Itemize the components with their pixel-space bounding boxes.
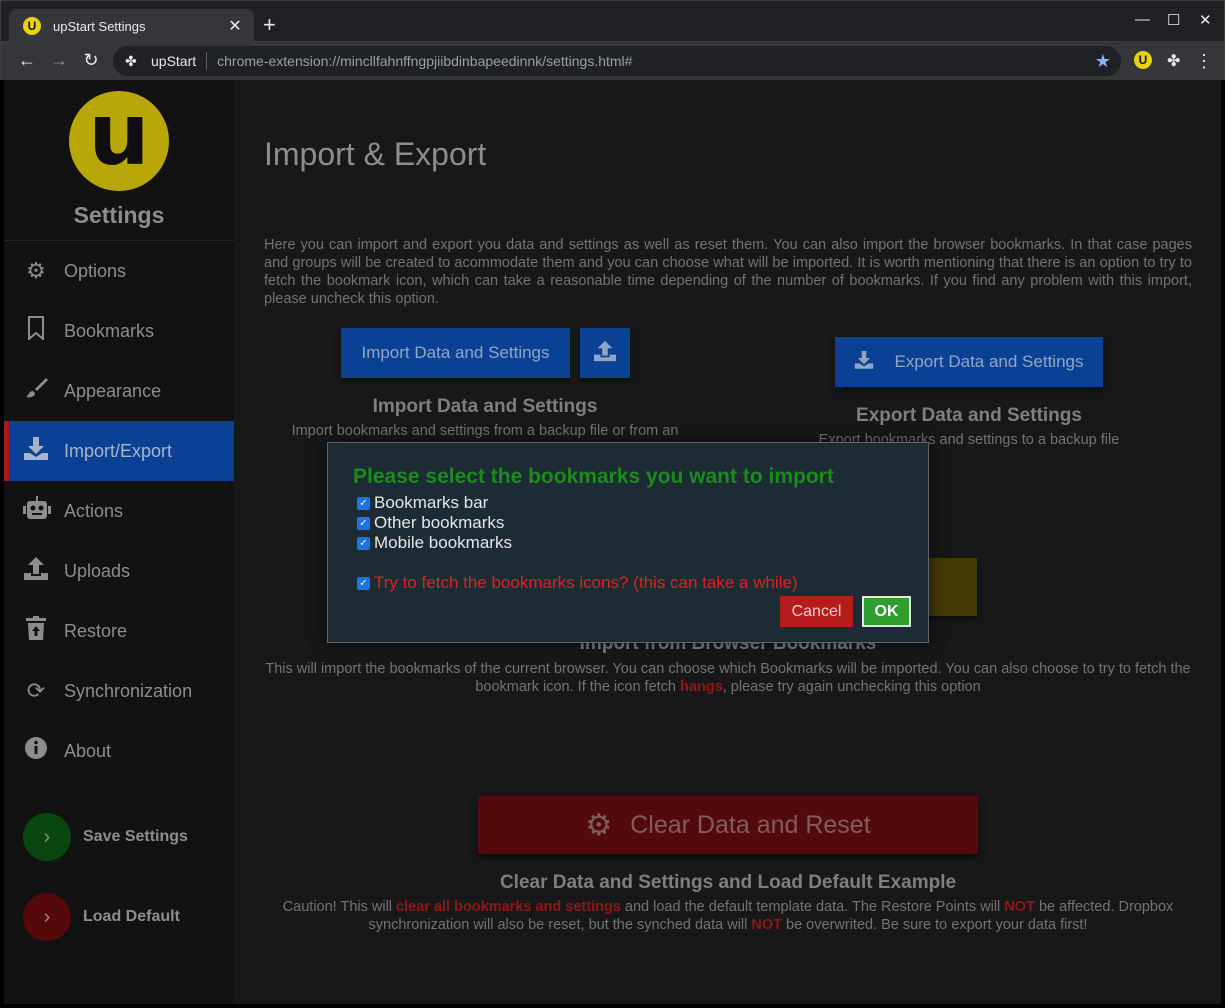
back-button[interactable]: ← bbox=[16, 50, 38, 70]
browser-menu-icon[interactable]: ⋮ bbox=[1195, 51, 1213, 72]
checkbox-checked-icon[interactable]: ✓ bbox=[357, 576, 370, 590]
tab-strip: U upStart Settings ✕ + — ☐ ✕ bbox=[0, 0, 1225, 43]
checkbox-fetch-icons[interactable]: ✓ Try to fetch the bookmarks icons? (thi… bbox=[357, 573, 798, 593]
upstart-extension-icon[interactable]: U bbox=[1134, 51, 1152, 69]
checkbox-checked-icon[interactable]: ✓ bbox=[357, 516, 370, 530]
bookmark-star-icon[interactable]: ★ bbox=[1095, 51, 1111, 72]
checkbox-other-bookmarks[interactable]: ✓ Other bookmarks bbox=[357, 513, 504, 533]
site-name: upStart bbox=[151, 53, 197, 69]
window-minimize-button[interactable]: — bbox=[1135, 11, 1150, 28]
checkbox-mobile-bookmarks[interactable]: ✓ Mobile bookmarks bbox=[357, 533, 512, 553]
browser-tab[interactable]: U upStart Settings ✕ bbox=[9, 9, 254, 43]
checkbox-checked-icon[interactable]: ✓ bbox=[357, 536, 370, 550]
window-maximize-button[interactable]: ☐ bbox=[1167, 11, 1180, 29]
checkbox-label: Mobile bookmarks bbox=[374, 533, 512, 552]
window-close-button[interactable]: ✕ bbox=[1199, 11, 1212, 29]
checkbox-bookmarks-bar[interactable]: ✓ Bookmarks bar bbox=[357, 493, 488, 513]
extensions-puzzle-icon[interactable]: ✤ bbox=[1167, 51, 1180, 71]
ok-button[interactable]: OK bbox=[862, 596, 911, 627]
checkbox-label: Other bookmarks bbox=[374, 513, 505, 532]
tab-title: upStart Settings bbox=[53, 18, 146, 34]
new-tab-button[interactable]: + bbox=[263, 14, 276, 36]
upstart-favicon-icon: U bbox=[23, 17, 41, 35]
import-bookmarks-dialog: Please select the bookmarks you want to … bbox=[327, 442, 929, 643]
checkbox-label: Try to fetch the bookmarks icons? (this … bbox=[374, 573, 798, 592]
checkbox-checked-icon[interactable]: ✓ bbox=[357, 496, 370, 510]
omnibox-divider bbox=[206, 52, 208, 70]
tab-close-icon[interactable]: ✕ bbox=[226, 16, 244, 36]
cancel-button[interactable]: Cancel bbox=[780, 596, 853, 627]
checkbox-label: Bookmarks bar bbox=[374, 493, 489, 512]
browser-toolbar: ← → ↻ ✤ upStart chrome-extension://mincl… bbox=[0, 42, 1225, 80]
reload-button[interactable]: ↻ bbox=[80, 50, 102, 70]
forward-button[interactable]: → bbox=[48, 50, 70, 70]
dialog-title: Please select the bookmarks you want to … bbox=[353, 465, 834, 488]
url-text[interactable]: chrome-extension://mincllfahnffngpjiibdi… bbox=[217, 53, 1095, 69]
extension-puzzle-icon: ✤ bbox=[125, 52, 137, 69]
address-bar[interactable]: ✤ upStart chrome-extension://mincllfahnf… bbox=[113, 46, 1121, 76]
